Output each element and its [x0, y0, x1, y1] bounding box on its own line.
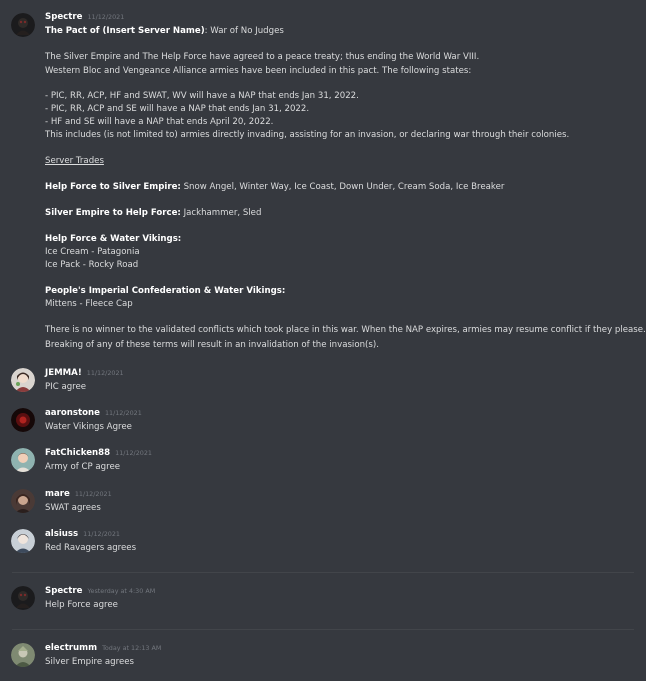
message-text: Army of CP agree: [45, 462, 121, 472]
jemma-avatar[interactable]: [11, 368, 35, 392]
username[interactable]: electrumm Today at 12:13 AM: [45, 643, 161, 653]
message-jemma: JEMMA! 11/12/2021 PIC agree: [0, 360, 646, 400]
alsiuss-avatar[interactable]: [11, 529, 35, 553]
chat-log: Spectre 11/12/2021 The Pact of (Insert Se…: [0, 0, 646, 681]
message-alsiuss: alsiuss 11/12/2021 Red Ravagers agrees: [0, 521, 646, 561]
trade-label: Help Force & Water Vikings:: [45, 234, 182, 244]
trade-label: Help Force to Silver Empire:: [45, 182, 181, 192]
username-text[interactable]: Spectre: [45, 586, 82, 596]
message-spectre-treaty: Spectre 11/12/2021 The Pact of (Insert Se…: [0, 0, 646, 360]
username[interactable]: Spectre 11/12/2021: [45, 12, 124, 22]
electrumm-avatar[interactable]: [11, 643, 35, 667]
username[interactable]: aaronstone 11/12/2021: [45, 408, 142, 418]
username-text[interactable]: FatChicken88: [45, 448, 110, 458]
spectre-avatar[interactable]: [11, 586, 35, 610]
aaronstone-avatar[interactable]: [11, 408, 35, 432]
message-aaronstone: aaronstone 11/12/2021 Water Vikings Agree: [0, 400, 646, 440]
trade-item: Mittens - Fleece Cap: [45, 299, 133, 309]
username[interactable]: mare 11/12/2021: [45, 489, 112, 499]
spectre-avatar[interactable]: [11, 13, 35, 37]
paragraph-line: Western Bloc and Vengeance Alliance armi…: [45, 66, 472, 76]
message-text: SWAT agrees: [45, 503, 101, 513]
mare-avatar[interactable]: [11, 489, 35, 513]
trade-hf-wv-heading: Help Force & Water Vikings:: [45, 234, 181, 244]
message-fatchicken88: FatChicken88 11/12/2021 Army of CP agree: [0, 440, 646, 480]
username-text[interactable]: aaronstone: [45, 408, 100, 418]
trade-pic-wv-heading: People's Imperial Confederation & Water …: [45, 286, 285, 296]
server-trades-heading: Server Trades: [45, 156, 104, 166]
timestamp: 11/12/2021: [104, 409, 142, 417]
username[interactable]: alsiuss 11/12/2021: [45, 529, 120, 539]
fatchicken-avatar[interactable]: [11, 448, 35, 472]
term-line: - PIC, RR, ACP and SE will have a NAP th…: [45, 104, 310, 114]
trade-items: Snow Angel, Winter Way, Ice Coast, Down …: [180, 182, 505, 192]
username[interactable]: FatChicken88 11/12/2021: [45, 448, 152, 458]
timestamp: Yesterday at 4:30 AM: [87, 587, 156, 595]
username-text[interactable]: Spectre: [45, 12, 82, 22]
message-text: Water Vikings Agree: [45, 422, 132, 432]
term-line: - PIC, RR, ACP, HF and SWAT, WV will hav…: [45, 91, 359, 101]
message-text: Help Force agree: [45, 600, 118, 610]
trade-items: Jackhammer, Sled: [180, 208, 262, 218]
message-mare: mare 11/12/2021 SWAT agrees: [0, 481, 646, 521]
username-text[interactable]: alsiuss: [45, 529, 78, 539]
username[interactable]: JEMMA! 11/12/2021: [45, 368, 124, 378]
username[interactable]: Spectre Yesterday at 4:30 AM: [45, 586, 155, 596]
term-line: - HF and SE will have a NAP that ends Ap…: [45, 117, 274, 127]
treaty-title: The Pact of (Insert Server Name): War of…: [45, 26, 284, 36]
timestamp: Today at 12:13 AM: [102, 644, 162, 652]
treaty-title-rest: : War of No Judges: [204, 26, 284, 36]
trade-hf-to-se: Help Force to Silver Empire: Snow Angel,…: [45, 182, 504, 192]
timestamp: 11/12/2021: [86, 369, 124, 377]
term-line: This includes (is not limited to) armies…: [45, 130, 570, 140]
paragraph-line: The Silver Empire and The Help Force hav…: [45, 52, 480, 62]
username-text[interactable]: electrumm: [45, 643, 97, 653]
timestamp: 11/12/2021: [115, 449, 152, 457]
timestamp: 11/12/2021: [87, 13, 125, 21]
trade-label: People's Imperial Confederation & Water …: [45, 286, 286, 296]
timestamp: 11/12/2021: [83, 530, 120, 538]
date-divider: [12, 629, 634, 630]
closing-line: Breaking of any of these terms will resu…: [45, 340, 379, 350]
closing-line: There is no winner to the validated conf…: [45, 325, 646, 335]
trade-item: Ice Pack - Rocky Road: [45, 260, 139, 270]
message-spectre-agree: Spectre Yesterday at 4:30 AM Help Force a…: [0, 578, 646, 618]
message-text: Red Ravagers agrees: [45, 543, 137, 553]
message-electrumm: electrumm Today at 12:13 AM Silver Empire…: [0, 635, 646, 675]
message-text: PIC agree: [45, 382, 87, 392]
trade-label: Silver Empire to Help Force:: [45, 208, 181, 218]
timestamp: 11/12/2021: [74, 490, 112, 498]
username-text[interactable]: JEMMA!: [45, 368, 82, 378]
trade-item: Ice Cream - Patagonia: [45, 247, 140, 257]
treaty-title-bold: The Pact of (Insert Server Name): [45, 26, 205, 36]
trade-se-to-hf: Silver Empire to Help Force: Jackhammer,…: [45, 208, 261, 218]
message-text: Silver Empire agrees: [45, 657, 134, 667]
username-text[interactable]: mare: [45, 489, 70, 499]
date-divider: [12, 572, 634, 573]
